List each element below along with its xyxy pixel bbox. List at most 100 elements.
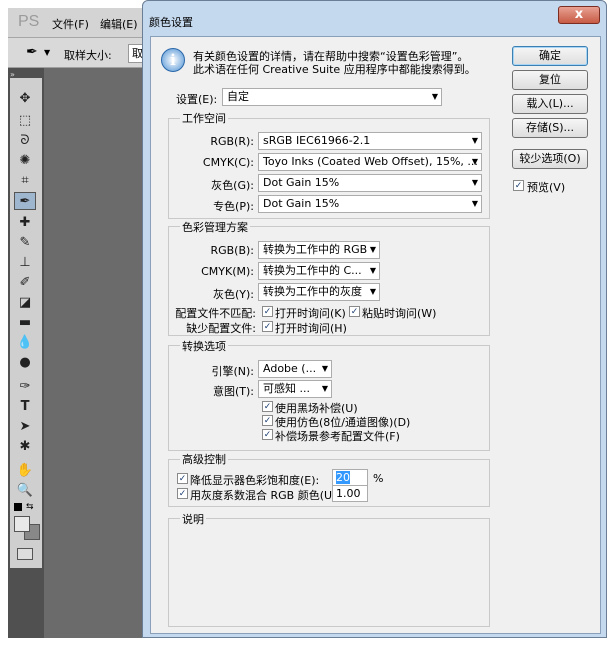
history-brush-tool-icon[interactable]: ✐ [14,274,36,292]
cm-rgb-select[interactable]: 转换为工作中的 RGB ▼ [258,241,380,259]
ws-spot-label: 专色(P): [213,200,254,213]
desaturate-label: 降低显示器色彩饱和度(E): [190,474,320,487]
crop-tool-icon[interactable]: ⌗ [14,172,36,190]
healing-brush-tool-icon[interactable]: ✚ [14,214,36,232]
pen-tool-icon[interactable]: ✑ [14,378,36,396]
type-tool-icon[interactable]: T [14,398,36,416]
dialog-title: 颜色设置 [149,16,193,29]
dither-checkbox[interactable]: ✓ [262,415,273,426]
default-colors-icon[interactable] [14,503,22,511]
sample-size-label: 取样大小: [64,49,112,62]
ws-rgb-select[interactable]: sRGB IEC61966-2.1 ▼ [258,132,482,150]
intent-select[interactable]: 可感知 ... ▼ [258,380,332,398]
quick-mask-icon[interactable] [17,548,33,560]
marquee-tool-icon[interactable]: ⬚ [14,112,36,130]
clone-stamp-tool-icon[interactable]: ⊥ [14,254,36,272]
blend-checkbox[interactable]: ✓ [177,488,188,499]
intent-label: 意图(T): [212,385,254,398]
preview-label: 预览(V) [527,181,566,194]
foreground-color-swatch[interactable] [14,516,30,532]
gradient-tool-icon[interactable]: ▬ [14,314,36,332]
save-button[interactable]: 存储(S)... [512,118,588,138]
quick-select-tool-icon[interactable]: ✺ [14,152,36,170]
chevron-down-icon: ▼ [471,157,478,166]
engine-value: Adobe (... [263,362,317,375]
move-tool-icon[interactable]: ✥ [14,90,36,108]
ws-cmyk-value: Toyo Inks (Coated Web Offset), 15%, ... [263,155,478,168]
desaturate-checkbox[interactable]: ✓ [177,473,188,484]
cm-gray-value: 转换为工作中的灰度 [263,285,362,298]
chevron-down-icon: ▼ [471,136,478,145]
info-icon: i [161,48,185,72]
mismatch-label: 配置文件不匹配: [175,307,256,320]
settings-label: 设置(E): [176,93,218,106]
intent-ellipsis: ... [299,382,311,395]
menu-edit[interactable]: 编辑(E) [100,16,138,32]
conversion-options-title: 转换选项 [180,338,228,354]
chevron-down-icon: ▼ [369,287,376,296]
compensate-checkbox[interactable]: ✓ [262,429,273,440]
engine-label: 引擎(N): [211,365,254,378]
mismatch-paste-label: 粘贴时询问(W) [362,307,437,320]
shape-tool-icon[interactable]: ✱ [14,438,36,456]
color-management-title: 色彩管理方案 [180,219,250,235]
intent-value: 可感知 [263,382,296,395]
brush-tool-icon[interactable]: ✎ [14,234,36,252]
swap-colors-icon[interactable]: ⇆ [26,502,34,512]
blur-tool-icon[interactable]: 💧 [14,334,36,352]
ws-spot-select[interactable]: Dot Gain 15% ▼ [258,195,482,213]
menu-file[interactable]: 文件(F) [52,16,89,32]
cm-cmyk-label: CMYK(M): [201,265,254,278]
cm-gray-select[interactable]: 转换为工作中的灰度 ▼ [258,283,380,301]
ws-rgb-label: RGB(R): [210,135,254,148]
mismatch-paste-checkbox[interactable]: ✓ [349,306,360,317]
ws-cmyk-select[interactable]: Toyo Inks (Coated Web Offset), 15%, ... ▼ [258,153,482,171]
ws-gray-select[interactable]: Dot Gain 15% ▼ [258,174,482,192]
mismatch-open-checkbox[interactable]: ✓ [262,306,273,317]
chevron-down-icon: ▼ [321,384,328,393]
cm-cmyk-select[interactable]: 转换为工作中的 C... ▼ [258,262,380,280]
settings-value: 自定 [227,90,249,103]
zoom-tool-icon[interactable]: 🔍 [14,482,36,500]
fewer-options-button[interactable]: 较少选项(O) [512,149,588,169]
ok-button[interactable]: 确定 [512,46,588,66]
close-button[interactable]: x [558,6,600,24]
dodge-tool-icon[interactable]: ● [14,354,36,372]
cm-cmyk-value: 转换为工作中的 C... [263,264,362,277]
ws-rgb-value: sRGB IEC61966-2.1 [263,134,371,147]
ws-gray-value: Dot Gain 15% [263,176,340,189]
ws-cmyk-label: CMYK(C): [202,156,254,169]
load-button[interactable]: 载入(L)... [512,94,588,114]
description-group [168,518,490,627]
missing-open-label: 打开时询问(H) [275,322,347,335]
reset-button[interactable]: 复位 [512,70,588,90]
blend-input[interactable]: 1.00 [332,485,368,502]
ws-gray-label: 灰色(G): [211,179,254,192]
settings-select[interactable]: 自定 ▼ [222,88,442,106]
eyedropper-tool-icon[interactable]: ✒ [14,192,36,210]
ws-spot-value: Dot Gain 15% [263,197,340,210]
percent-label: % [373,472,384,485]
engine-select[interactable]: Adobe (... ▼ [258,360,332,378]
cm-rgb-label: RGB(B): [210,244,254,257]
chevron-down-icon: ▼ [471,199,478,208]
missing-label: 缺少配置文件: [186,322,256,335]
path-select-tool-icon[interactable]: ➤ [14,418,36,436]
compensate-label: 补偿场景参考配置文件(F) [275,430,400,443]
missing-open-checkbox[interactable]: ✓ [262,321,273,332]
description-title: 说明 [180,511,206,527]
cm-gray-label: 灰色(Y): [212,288,254,301]
hand-tool-icon[interactable]: ✋ [14,462,36,480]
lasso-tool-icon[interactable]: ᘐ [14,132,36,150]
chevron-down-icon: ▼ [321,364,328,373]
bpc-checkbox[interactable]: ✓ [262,401,273,412]
eraser-tool-icon[interactable]: ◪ [14,294,36,312]
desaturate-input[interactable]: 20 [332,469,368,486]
chevron-down-icon: ▼ [471,178,478,187]
preview-checkbox[interactable]: ✓ [513,180,524,191]
chevron-down-icon: ▼ [431,92,438,101]
tool-preset-chevron-icon[interactable]: ▼ [44,48,50,57]
working-spaces-title: 工作空间 [180,110,228,126]
eyedropper-icon[interactable]: ✒ [26,44,38,60]
desaturate-value: 20 [336,471,350,484]
